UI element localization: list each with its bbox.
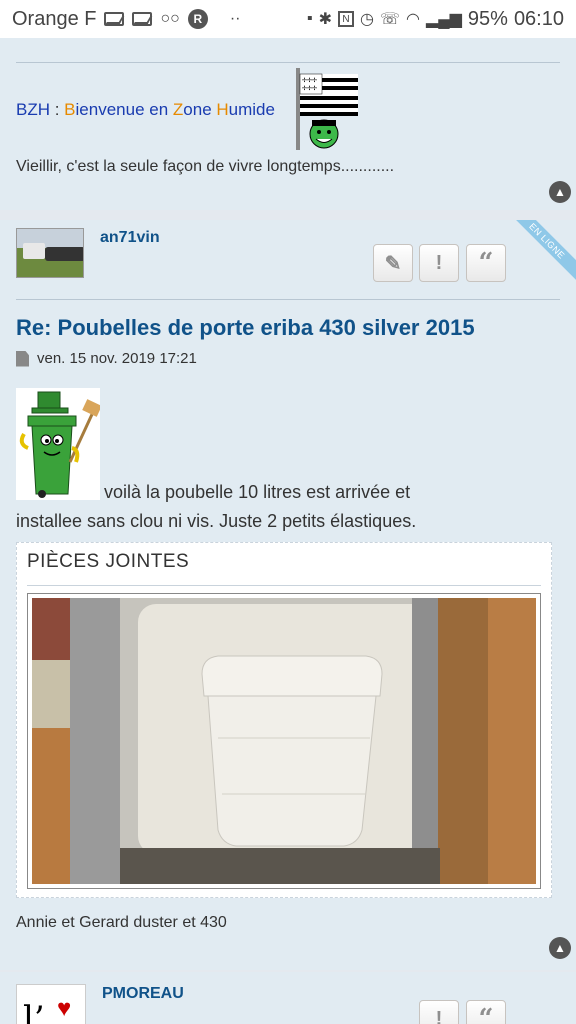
- breton-flag-smiley-image: ✢✢✢ ✢✢✢: [296, 68, 358, 150]
- mail-icon: [104, 12, 125, 26]
- voicemail-icon: ○○: [160, 10, 180, 27]
- avatar[interactable]: [16, 228, 84, 278]
- attachments-box: PIÈCES JOINTES: [16, 542, 552, 898]
- signature-bzh: BZH : Bienvenue en Zone Humide: [16, 100, 275, 119]
- pencil-icon: ✎: [384, 252, 402, 275]
- bluetooth-icon: ✱: [318, 11, 332, 28]
- battery-level: 95%: [467, 7, 508, 30]
- attachments-title: PIÈCES JOINTES: [27, 551, 190, 572]
- nfc-icon: N: [338, 11, 354, 27]
- attachments-divider: [27, 585, 541, 586]
- quote-button[interactable]: “: [466, 244, 506, 282]
- app-r-icon: R: [187, 9, 208, 29]
- back-to-top-button[interactable]: ▲: [549, 181, 571, 203]
- clock: 06:10: [513, 7, 564, 30]
- svg-text:✢✢✢: ✢✢✢: [302, 77, 317, 84]
- exclamation-icon: !: [435, 1007, 443, 1024]
- post-date: ven. 15 nov. 2019 17:21: [37, 350, 197, 367]
- chevron-up-icon: ▲: [554, 185, 566, 199]
- chevron-up-icon: ▲: [554, 941, 566, 955]
- author-link-pmoreau[interactable]: PMOREAU: [102, 985, 184, 1003]
- wifi-icon: ◠: [405, 11, 420, 28]
- exclamation-icon: !: [435, 251, 443, 274]
- heart-cross-icon: ♥: [57, 995, 72, 1022]
- back-to-top-button-2[interactable]: ▲: [549, 937, 571, 959]
- online-ribbon: EN LIGNE: [516, 220, 576, 280]
- attachment-photo-link[interactable]: [27, 593, 541, 889]
- post-an71vin: EN LIGNE an71vin ✎ ! “ Re: Poubelles de …: [0, 220, 576, 970]
- document-icon: [16, 350, 29, 367]
- quote-button-2[interactable]: “: [466, 1000, 506, 1024]
- avatar-pmoreau[interactable]: l’ ♥: [16, 984, 86, 1024]
- trash-bin-door-photo: [32, 598, 536, 884]
- svg-text:✢✢✢: ✢✢✢: [302, 85, 317, 92]
- carrier-label: Orange F: [12, 7, 97, 30]
- report-button[interactable]: !: [419, 244, 459, 282]
- status-bar: Orange F ○○ R ·· ▪ ✱ N ◷ ☏ ◠ ▂▄▆ 95% 06:…: [0, 0, 576, 38]
- lock-icon: ▪: [306, 10, 313, 27]
- post-header-divider: [16, 299, 560, 300]
- mail-icon-2: [132, 12, 153, 26]
- post-body-line1: voilà la poubelle 10 litres est arrivée …: [104, 482, 411, 502]
- post-pmoreau: l’ ♥ PMOREAU ! “: [0, 972, 576, 1024]
- more-dots-icon: ··: [229, 10, 241, 27]
- post-title[interactable]: Re: Poubelles de porte eriba 430 silver …: [16, 315, 475, 341]
- edit-button[interactable]: ✎: [373, 244, 413, 282]
- signature-divider: [16, 62, 560, 63]
- post-body: voilà la poubelle 10 litres est arrivée …: [16, 478, 564, 536]
- report-button-2[interactable]: !: [419, 1000, 459, 1024]
- post-meta: ven. 15 nov. 2019 17:21: [16, 350, 197, 367]
- post-previous: BZH : Bienvenue en Zone Humide ✢✢✢ ✢✢✢ V…: [0, 38, 576, 210]
- signature-quote: Vieillir, c'est la seule façon de vivre …: [16, 158, 395, 175]
- signature: Annie et Gerard duster et 430: [16, 914, 227, 931]
- author-link[interactable]: an71vin: [100, 229, 160, 247]
- quote-icon: “: [478, 248, 494, 278]
- signal-icon: ▂▄▆: [425, 11, 462, 28]
- wifi-call-icon: ☏: [379, 11, 400, 28]
- post-body-line2: installee sans clou ni vis. Juste 2 peti…: [16, 511, 417, 531]
- quote-icon: “: [478, 1004, 494, 1024]
- alarm-icon: ◷: [360, 11, 374, 28]
